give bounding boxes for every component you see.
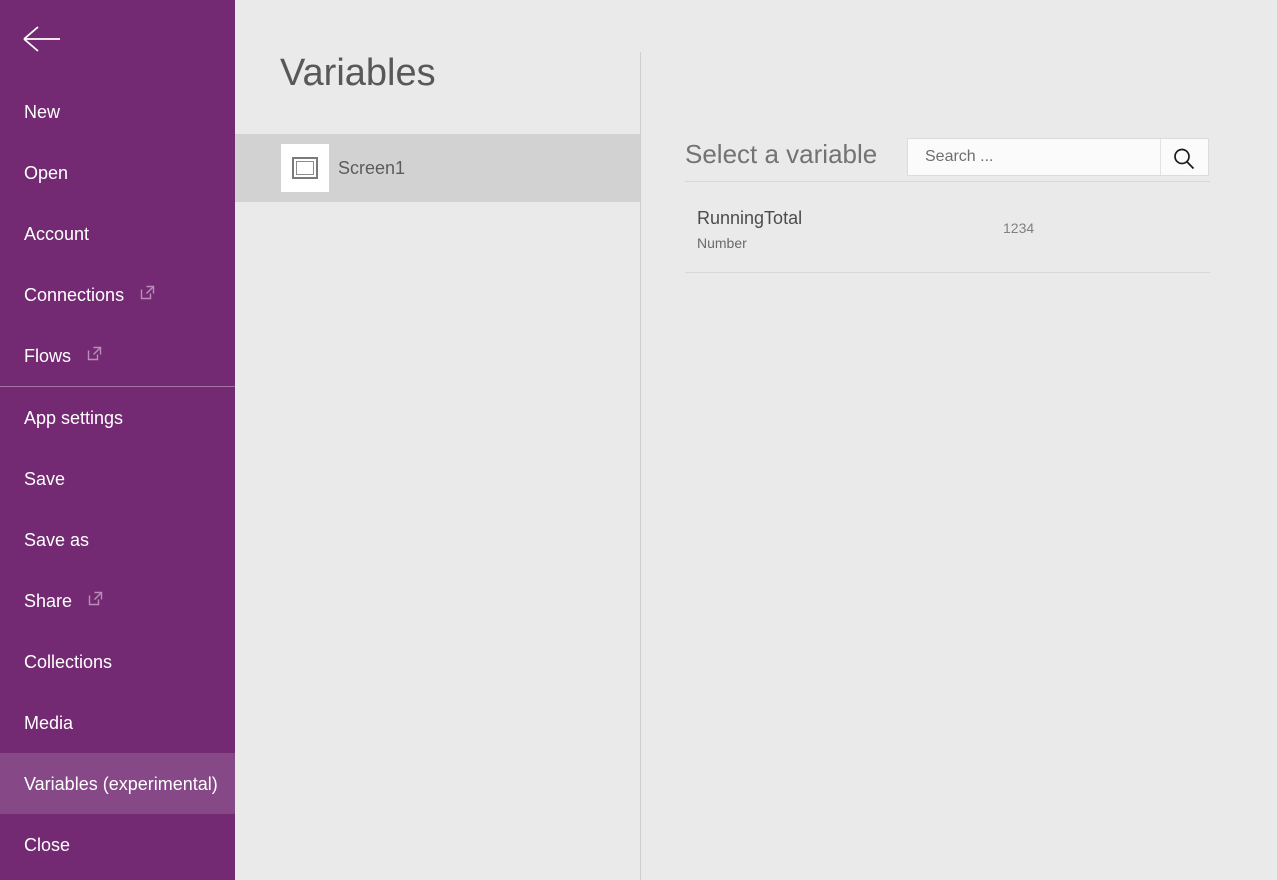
sidebar-item-media[interactable]: Media [0, 692, 235, 753]
sidebar-item-label: App settings [24, 407, 124, 428]
page-title: Variables [280, 52, 436, 94]
variables-panel: Select a variable RunningTotal Number 12… [641, 0, 1277, 880]
sidebar-item-save-as[interactable]: Save as [0, 509, 235, 570]
sidebar-item-account[interactable]: Account [0, 203, 235, 264]
sidebar-item-label: Variables (experimental) [24, 773, 218, 794]
screen-list-item[interactable]: Screen1 [235, 134, 640, 202]
variable-type: Number [697, 235, 747, 251]
sidebar-item-label: Media [24, 712, 74, 733]
sidebar-item-close[interactable]: Close [0, 814, 235, 875]
variable-name: RunningTotal [697, 208, 803, 228]
sidebar-item-save[interactable]: Save [0, 448, 235, 509]
sidebar-item-app-settings[interactable]: App settings [0, 387, 235, 448]
sidebar-item-new[interactable]: New [0, 81, 235, 142]
screens-panel: Variables Screen1 [235, 0, 640, 880]
back-button[interactable] [0, 0, 235, 78]
sidebar-item-label: Save [24, 468, 66, 489]
sidebar-item-collections[interactable]: Collections [0, 631, 235, 692]
sidebar-item-label: Open [24, 162, 69, 183]
variable-value: 1234 [1003, 220, 1035, 236]
external-link-icon [87, 325, 102, 386]
variable-list-item[interactable]: RunningTotal Number 1234 [685, 182, 1210, 273]
screen-thumbnail-icon [281, 144, 329, 192]
sidebar-item-share[interactable]: Share [0, 570, 235, 631]
app-menu-sidebar: New Open Account Connections Flows App s… [0, 0, 235, 880]
variable-list: RunningTotal Number 1234 [685, 182, 1210, 273]
sidebar-item-label: Share [24, 590, 73, 611]
select-variable-heading: Select a variable [685, 139, 878, 169]
sidebar-item-label: New [24, 101, 61, 122]
sidebar-item-variables[interactable]: Variables (experimental) [0, 753, 235, 814]
sidebar-item-label: Flows [24, 345, 72, 366]
external-link-icon [88, 570, 103, 631]
sidebar-item-label: Save as [24, 529, 90, 550]
search-input[interactable] [908, 139, 1160, 175]
sidebar-item-label: Account [24, 223, 90, 244]
screen-list: Screen1 [235, 134, 640, 202]
sidebar-nav-list: New Open Account Connections Flows App s… [0, 81, 235, 875]
search-button[interactable] [1160, 139, 1208, 175]
search-box [907, 138, 1209, 176]
sidebar-item-label: Close [24, 834, 71, 855]
sidebar-item-flows[interactable]: Flows [0, 325, 235, 386]
sidebar-item-label: Connections [24, 284, 125, 305]
screen-name-label: Screen1 [338, 158, 406, 178]
sidebar-item-connections[interactable]: Connections [0, 264, 235, 325]
sidebar-item-open[interactable]: Open [0, 142, 235, 203]
external-link-icon [140, 264, 155, 325]
sidebar-item-label: Collections [24, 651, 113, 672]
